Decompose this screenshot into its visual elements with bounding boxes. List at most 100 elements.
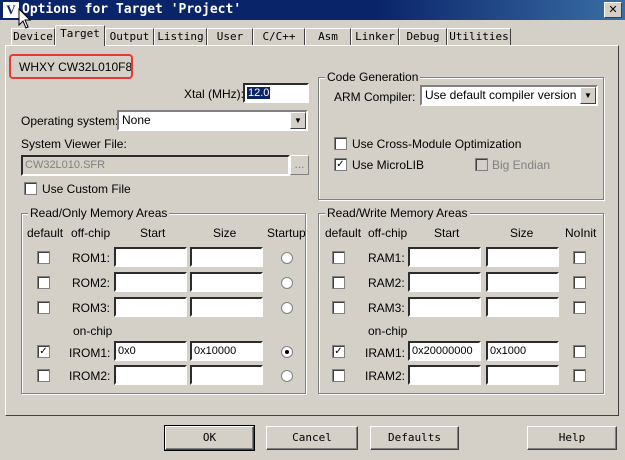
rom1-startup-radio[interactable] [281,252,293,264]
iram1-label: IRAM1: [365,346,406,360]
tab-target[interactable]: Target [55,25,105,46]
xtal-input[interactable]: 12.0 [243,83,309,103]
ram3-size-input[interactable] [486,297,559,317]
use-custom-file-checkbox[interactable] [24,182,37,195]
xtal-label: Xtal (MHz): [184,87,244,101]
mouse-cursor-icon [18,8,32,29]
svf-label: System Viewer File: [21,137,127,151]
rom-header-size: Size [213,226,237,240]
ram-header-offchip: off-chip [368,226,408,240]
tab-device[interactable]: Device [11,28,55,45]
rom-onchip-label: on-chip [73,324,113,338]
iram2-noinit-checkbox[interactable] [573,369,586,382]
irom2-default-checkbox[interactable] [37,369,50,382]
microlib-checkbox[interactable]: ✓ [334,158,347,171]
iram1-start-input[interactable]: 0x20000000 [408,341,481,361]
close-button[interactable]: ✕ [604,2,622,18]
ram1-start-input[interactable] [408,247,481,267]
ram-header-size: Size [510,226,534,240]
irom1-start-input[interactable]: 0x0 [114,341,187,361]
rom-header-offchip: off-chip [71,226,111,240]
checkmark-icon: ✓ [336,159,345,170]
iram1-size-input[interactable]: 0x1000 [486,341,559,361]
radio-dot-icon [285,350,289,354]
tab-linker[interactable]: Linker [351,28,399,45]
ram-header-start: Start [434,226,460,240]
tab-utilities[interactable]: Utilities [447,28,511,45]
os-value: None [122,113,151,127]
tab-asm[interactable]: Asm [305,28,351,45]
defaults-button[interactable]: Defaults [370,426,459,450]
title-bar[interactable]: V Options for Target 'Project' ✕ [0,0,625,20]
ram2-start-input[interactable] [408,272,481,292]
tab-listing[interactable]: Listing [154,28,207,45]
ram2-size-input[interactable] [486,272,559,292]
iram2-label: IRAM2: [365,369,406,383]
rom3-start-input[interactable] [114,297,187,317]
cross-module-checkbox[interactable] [334,137,347,150]
rom2-default-checkbox[interactable] [37,276,50,289]
rom2-label: ROM2: [72,276,111,290]
rom-areas-title: Read/Only Memory Areas [28,206,170,220]
xtal-value: 12.0 [247,87,271,99]
ram3-noinit-checkbox[interactable] [573,301,586,314]
rom2-start-input[interactable] [114,272,187,292]
ram1-default-checkbox[interactable] [332,251,345,264]
chevron-down-icon[interactable]: ▼ [290,112,306,129]
ram2-noinit-checkbox[interactable] [573,276,586,289]
rom1-default-checkbox[interactable] [37,251,50,264]
rom2-size-input[interactable] [190,272,263,292]
tab-c-cpp[interactable]: C/C++ [253,28,305,45]
rom1-start-input[interactable] [114,247,187,267]
keil-app-icon: V [3,2,19,18]
irom2-label: IROM2: [69,369,111,383]
rom-header-default: default [27,226,64,240]
irom1-default-checkbox[interactable]: ✓ [37,345,50,358]
iram1-noinit-checkbox[interactable] [573,345,586,358]
ram-onchip-label: on-chip [368,324,408,338]
ram2-label: RAM2: [368,276,405,290]
cancel-button[interactable]: Cancel [266,426,358,450]
iram2-start-input[interactable] [408,365,481,385]
rom1-size-input[interactable] [190,247,263,267]
help-button[interactable]: Help [527,426,617,450]
tab-debug[interactable]: Debug [399,28,447,45]
window-title: Options for Target 'Project' [22,2,242,17]
irom2-start-input[interactable] [114,365,187,385]
ram1-noinit-checkbox[interactable] [573,251,586,264]
chevron-down-icon[interactable]: ▼ [580,87,596,104]
ram1-size-input[interactable] [486,247,559,267]
checkmark-icon: ✓ [334,346,343,357]
iram1-default-checkbox[interactable]: ✓ [332,345,345,358]
svf-input: CW32L010.SFR [21,155,290,176]
ram3-start-input[interactable] [408,297,481,317]
rom3-default-checkbox[interactable] [37,301,50,314]
big-endian-label: Big Endian [492,158,551,172]
big-endian-checkbox [475,158,488,171]
arm-compiler-value: Use default compiler version [425,88,577,102]
ram1-label: RAM1: [368,251,405,265]
ram3-default-checkbox[interactable] [332,301,345,314]
os-select[interactable]: None ▼ [117,110,308,131]
arm-compiler-select[interactable]: Use default compiler version ▼ [420,85,598,106]
checkmark-icon: ✓ [39,346,48,357]
rom3-startup-radio[interactable] [281,302,293,314]
ok-button[interactable]: OK [164,425,255,451]
use-custom-file-label: Use Custom File [42,182,131,196]
irom1-size-input[interactable]: 0x10000 [190,341,263,361]
ram2-default-checkbox[interactable] [332,276,345,289]
ram3-label: RAM3: [368,301,405,315]
code-generation-title: Code Generation [325,70,421,84]
cross-module-label: Use Cross-Module Optimization [352,137,522,151]
irom2-startup-radio[interactable] [281,370,293,382]
rom2-startup-radio[interactable] [281,277,293,289]
rom-header-start: Start [140,226,166,240]
irom2-size-input[interactable] [190,365,263,385]
ram-header-default: default [325,226,362,240]
tab-output[interactable]: Output [105,28,154,45]
iram2-size-input[interactable] [486,365,559,385]
irom1-startup-radio[interactable] [281,346,293,358]
tab-user[interactable]: User [207,28,253,45]
rom3-size-input[interactable] [190,297,263,317]
iram2-default-checkbox[interactable] [332,369,345,382]
